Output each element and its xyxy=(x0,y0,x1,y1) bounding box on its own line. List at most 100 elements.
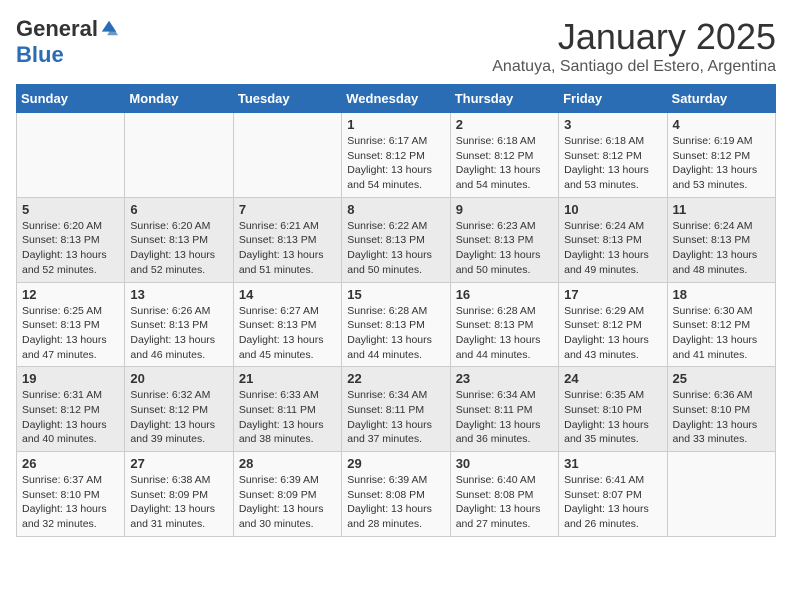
day-info: Sunrise: 6:34 AMSunset: 8:11 PMDaylight:… xyxy=(456,388,553,447)
calendar-cell xyxy=(125,113,233,198)
day-info: Sunrise: 6:31 AMSunset: 8:12 PMDaylight:… xyxy=(22,388,119,447)
day-info: Sunrise: 6:40 AMSunset: 8:08 PMDaylight:… xyxy=(456,473,553,532)
day-number: 25 xyxy=(673,371,770,386)
day-number: 8 xyxy=(347,202,444,217)
day-number: 30 xyxy=(456,456,553,471)
day-number: 13 xyxy=(130,287,227,302)
calendar-cell xyxy=(17,113,125,198)
day-info: Sunrise: 6:39 AMSunset: 8:08 PMDaylight:… xyxy=(347,473,444,532)
calendar-cell: 29 Sunrise: 6:39 AMSunset: 8:08 PMDayligh… xyxy=(342,452,450,537)
day-number: 22 xyxy=(347,371,444,386)
day-info: Sunrise: 6:26 AMSunset: 8:13 PMDaylight:… xyxy=(130,304,227,363)
day-number: 9 xyxy=(456,202,553,217)
day-info: Sunrise: 6:28 AMSunset: 8:13 PMDaylight:… xyxy=(347,304,444,363)
day-info: Sunrise: 6:27 AMSunset: 8:13 PMDaylight:… xyxy=(239,304,336,363)
logo-icon xyxy=(100,19,118,37)
subtitle: Anatuya, Santiago del Estero, Argentina xyxy=(492,58,776,76)
calendar-cell: 3 Sunrise: 6:18 AMSunset: 8:12 PMDaylight… xyxy=(559,113,667,198)
calendar-week-row: 1Sunrise: 6:17 AMSunset: 8:12 PMDaylight… xyxy=(17,113,776,198)
col-header-monday: Monday xyxy=(125,85,233,113)
day-info: Sunrise: 6:30 AMSunset: 8:12 PMDaylight:… xyxy=(673,304,770,363)
calendar-week-row: 5 Sunrise: 6:20 AMSunset: 8:13 PMDaylight… xyxy=(17,197,776,282)
day-number: 5 xyxy=(22,202,119,217)
calendar-cell: 10 Sunrise: 6:24 AMSunset: 8:13 PMDayligh… xyxy=(559,197,667,282)
day-number: 4 xyxy=(673,117,770,132)
day-number: 27 xyxy=(130,456,227,471)
calendar-week-row: 12 Sunrise: 6:25 AMSunset: 8:13 PMDayligh… xyxy=(17,282,776,367)
calendar-cell: 17 Sunrise: 6:29 AMSunset: 8:12 PMDayligh… xyxy=(559,282,667,367)
day-number: 1 xyxy=(347,117,444,132)
day-number: 17 xyxy=(564,287,661,302)
day-info: Sunrise: 6:28 AMSunset: 8:13 PMDaylight:… xyxy=(456,304,553,363)
day-info: Sunrise: 6:22 AMSunset: 8:13 PMDaylight:… xyxy=(347,219,444,278)
day-number: 12 xyxy=(22,287,119,302)
title-section: January 2025 Anatuya, Santiago del Ester… xyxy=(492,16,776,76)
calendar-cell: 9 Sunrise: 6:23 AMSunset: 8:13 PMDaylight… xyxy=(450,197,558,282)
day-info: Sunrise: 6:39 AMSunset: 8:09 PMDaylight:… xyxy=(239,473,336,532)
day-info: Sunrise: 6:18 AMSunset: 8:12 PMDaylight:… xyxy=(564,134,661,193)
day-number: 29 xyxy=(347,456,444,471)
day-info: Sunrise: 6:19 AMSunset: 8:12 PMDaylight:… xyxy=(673,134,770,193)
calendar-header-row: SundayMondayTuesdayWednesdayThursdayFrid… xyxy=(17,85,776,113)
calendar-cell: 31Sunrise: 6:41 AMSunset: 8:07 PMDayligh… xyxy=(559,452,667,537)
col-header-thursday: Thursday xyxy=(450,85,558,113)
day-number: 3 xyxy=(564,117,661,132)
day-number: 21 xyxy=(239,371,336,386)
calendar-cell: 15Sunrise: 6:28 AMSunset: 8:13 PMDayligh… xyxy=(342,282,450,367)
col-header-friday: Friday xyxy=(559,85,667,113)
day-info: Sunrise: 6:24 AMSunset: 8:13 PMDaylight:… xyxy=(673,219,770,278)
day-number: 7 xyxy=(239,202,336,217)
day-number: 28 xyxy=(239,456,336,471)
day-number: 26 xyxy=(22,456,119,471)
day-number: 18 xyxy=(673,287,770,302)
day-info: Sunrise: 6:23 AMSunset: 8:13 PMDaylight:… xyxy=(456,219,553,278)
calendar-cell: 26 Sunrise: 6:37 AMSunset: 8:10 PMDayligh… xyxy=(17,452,125,537)
day-info: Sunrise: 6:37 AMSunset: 8:10 PMDaylight:… xyxy=(22,473,119,532)
month-title: January 2025 xyxy=(492,16,776,58)
day-info: Sunrise: 6:21 AMSunset: 8:13 PMDaylight:… xyxy=(239,219,336,278)
calendar-cell: 7 Sunrise: 6:21 AMSunset: 8:13 PMDaylight… xyxy=(233,197,341,282)
day-number: 20 xyxy=(130,371,227,386)
day-number: 24 xyxy=(564,371,661,386)
calendar-cell xyxy=(667,452,775,537)
calendar-cell: 4 Sunrise: 6:19 AMSunset: 8:12 PMDaylight… xyxy=(667,113,775,198)
day-info: Sunrise: 6:24 AMSunset: 8:13 PMDaylight:… xyxy=(564,219,661,278)
calendar-cell: 16 Sunrise: 6:28 AMSunset: 8:13 PMDayligh… xyxy=(450,282,558,367)
calendar-cell: 22 Sunrise: 6:34 AMSunset: 8:11 PMDayligh… xyxy=(342,367,450,452)
col-header-saturday: Saturday xyxy=(667,85,775,113)
day-info: Sunrise: 6:35 AMSunset: 8:10 PMDaylight:… xyxy=(564,388,661,447)
calendar-cell xyxy=(233,113,341,198)
calendar-cell: 27Sunrise: 6:38 AMSunset: 8:09 PMDayligh… xyxy=(125,452,233,537)
calendar-cell: 28 Sunrise: 6:39 AMSunset: 8:09 PMDayligh… xyxy=(233,452,341,537)
col-header-wednesday: Wednesday xyxy=(342,85,450,113)
day-info: Sunrise: 6:32 AMSunset: 8:12 PMDaylight:… xyxy=(130,388,227,447)
calendar-cell: 20 Sunrise: 6:32 AMSunset: 8:12 PMDayligh… xyxy=(125,367,233,452)
day-info: Sunrise: 6:34 AMSunset: 8:11 PMDaylight:… xyxy=(347,388,444,447)
calendar-cell: 14 Sunrise: 6:27 AMSunset: 8:13 PMDayligh… xyxy=(233,282,341,367)
calendar-cell: 1Sunrise: 6:17 AMSunset: 8:12 PMDaylight… xyxy=(342,113,450,198)
calendar-cell: 11Sunrise: 6:24 AMSunset: 8:13 PMDayligh… xyxy=(667,197,775,282)
calendar-cell: 5 Sunrise: 6:20 AMSunset: 8:13 PMDaylight… xyxy=(17,197,125,282)
calendar-cell: 21Sunrise: 6:33 AMSunset: 8:11 PMDayligh… xyxy=(233,367,341,452)
calendar-cell: 2Sunrise: 6:18 AMSunset: 8:12 PMDaylight… xyxy=(450,113,558,198)
logo-general: General xyxy=(16,16,98,42)
day-info: Sunrise: 6:25 AMSunset: 8:13 PMDaylight:… xyxy=(22,304,119,363)
calendar-cell: 12 Sunrise: 6:25 AMSunset: 8:13 PMDayligh… xyxy=(17,282,125,367)
day-info: Sunrise: 6:20 AMSunset: 8:13 PMDaylight:… xyxy=(22,219,119,278)
col-header-sunday: Sunday xyxy=(17,85,125,113)
day-number: 10 xyxy=(564,202,661,217)
calendar-week-row: 26 Sunrise: 6:37 AMSunset: 8:10 PMDayligh… xyxy=(17,452,776,537)
day-number: 2 xyxy=(456,117,553,132)
calendar-cell: 24 Sunrise: 6:35 AMSunset: 8:10 PMDayligh… xyxy=(559,367,667,452)
day-number: 16 xyxy=(456,287,553,302)
page-header: General Blue January 2025 Anatuya, Santi… xyxy=(16,16,776,76)
day-info: Sunrise: 6:29 AMSunset: 8:12 PMDaylight:… xyxy=(564,304,661,363)
day-number: 31 xyxy=(564,456,661,471)
day-info: Sunrise: 6:36 AMSunset: 8:10 PMDaylight:… xyxy=(673,388,770,447)
calendar-table: SundayMondayTuesdayWednesdayThursdayFrid… xyxy=(16,84,776,537)
col-header-tuesday: Tuesday xyxy=(233,85,341,113)
logo: General Blue xyxy=(16,16,118,68)
day-number: 14 xyxy=(239,287,336,302)
calendar-cell: 18 Sunrise: 6:30 AMSunset: 8:12 PMDayligh… xyxy=(667,282,775,367)
calendar-cell: 6Sunrise: 6:20 AMSunset: 8:13 PMDaylight… xyxy=(125,197,233,282)
